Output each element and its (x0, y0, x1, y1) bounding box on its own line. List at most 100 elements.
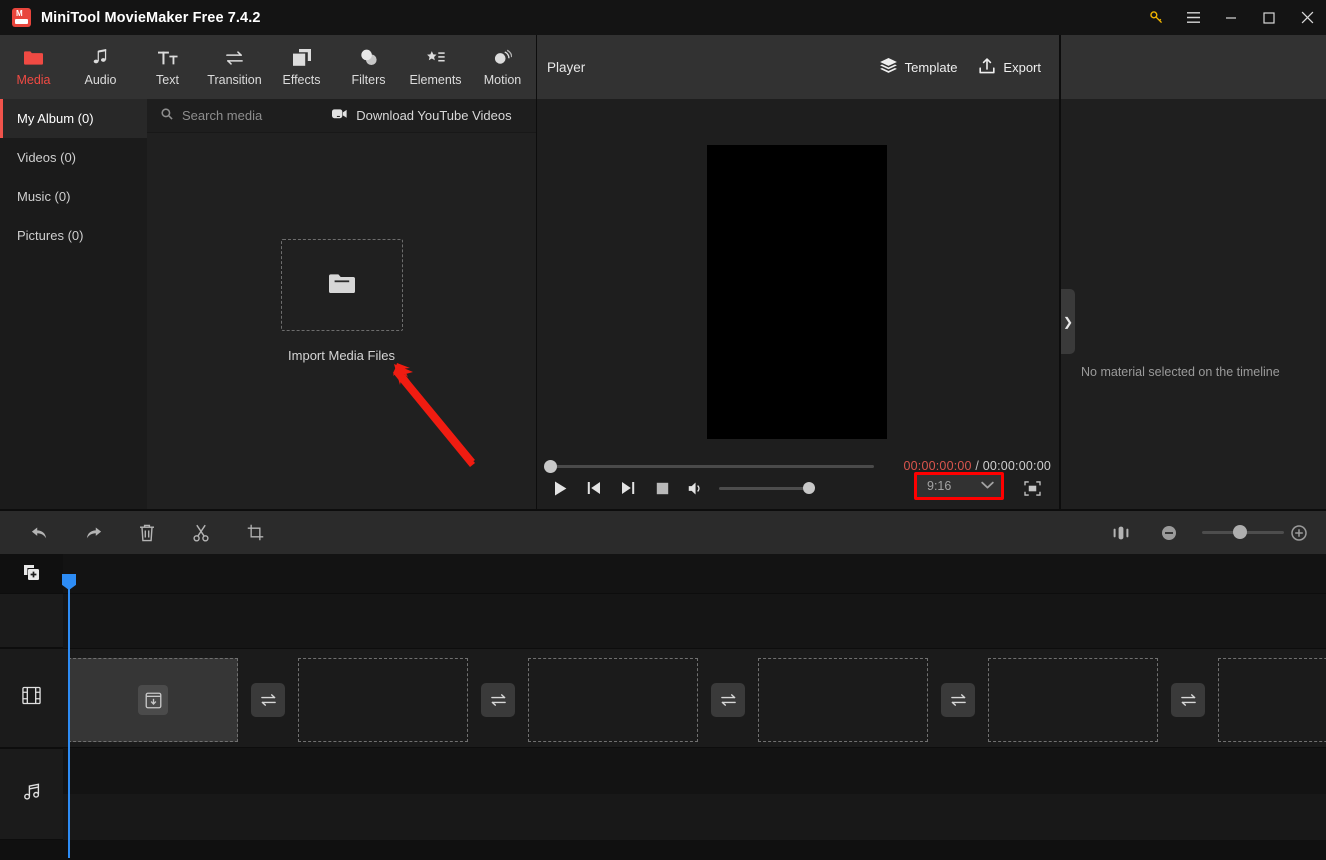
timecode-display: 00:00:00:00 / 00:00:00:00 (903, 459, 1051, 473)
video-track-header[interactable] (0, 648, 63, 748)
tool-text[interactable]: Text (134, 35, 201, 99)
maximize-icon[interactable] (1250, 0, 1288, 35)
volume-button[interactable] (683, 475, 709, 501)
timeline-transition[interactable] (711, 683, 745, 717)
menu-icon[interactable] (1174, 0, 1212, 35)
motion-ball-icon (493, 48, 512, 68)
timeline-clip[interactable] (1218, 658, 1326, 742)
timeline-track-headers (0, 554, 63, 860)
properties-panel-body: ❯ No material selected on the timeline (1061, 99, 1326, 509)
add-media-icon[interactable] (0, 554, 63, 593)
tool-effects[interactable]: Effects (268, 35, 335, 99)
tool-media[interactable]: Media (0, 35, 67, 99)
title-bar: MiniTool MovieMaker Free 7.4.2 (0, 0, 1326, 35)
app-logo-icon (12, 8, 31, 27)
timeline-audio-track[interactable] (63, 748, 1326, 794)
timeline-transition[interactable] (1171, 683, 1205, 717)
tool-filters[interactable]: Filters (335, 35, 402, 99)
volume-handle[interactable] (803, 482, 815, 494)
album-item-videos[interactable]: Videos (0) (0, 138, 147, 177)
youtube-download-icon (332, 107, 347, 125)
aspect-ratio-highlight: 9:16 (914, 472, 1004, 500)
player-stage (537, 99, 1059, 465)
tool-label: Audio (84, 72, 117, 87)
search-icon (161, 107, 173, 125)
folder-outline-icon (328, 271, 356, 300)
trash-icon[interactable] (134, 520, 160, 546)
album-list: My Album (0) Videos (0) Music (0) Pictur… (0, 99, 147, 509)
timeline-text-track[interactable] (63, 593, 1326, 648)
import-media-dropzone[interactable] (280, 239, 403, 331)
volume-slider[interactable] (719, 487, 813, 490)
search-placeholder: Search media (182, 108, 263, 123)
layers-squares-icon (292, 48, 311, 68)
player-header-actions: Template Export (879, 57, 1041, 77)
timeline-zoom-handle[interactable] (1233, 525, 1247, 539)
text-icon (157, 48, 178, 68)
video-preview[interactable] (707, 145, 887, 465)
album-label: Music (0) (17, 189, 71, 204)
text-track-header[interactable] (0, 593, 63, 648)
album-item-my-album[interactable]: My Album (0) (0, 99, 147, 138)
timecode-separator: / (975, 459, 980, 473)
undo-button[interactable] (26, 520, 52, 546)
album-label: Pictures (0) (17, 228, 84, 243)
play-button[interactable] (547, 475, 573, 501)
transport-controls: 9:16 (537, 472, 1059, 505)
media-action-bar: Search media Download YouTube Videos (147, 99, 536, 133)
player-panel: Player Template Export 00:00:00:00 / 00:… (536, 35, 1060, 509)
next-frame-button[interactable] (615, 475, 641, 501)
circles-overlap-icon (359, 48, 378, 68)
audio-track-header[interactable] (0, 748, 63, 840)
timeline-clip[interactable] (68, 658, 238, 742)
template-button[interactable]: Template (879, 58, 957, 76)
timeline-ruler[interactable] (63, 554, 1326, 593)
player-title: Player (547, 59, 586, 75)
timeline-clip[interactable] (988, 658, 1158, 742)
tool-audio[interactable]: Audio (67, 35, 134, 99)
close-icon[interactable] (1288, 0, 1326, 35)
zoom-out-icon[interactable] (1156, 520, 1182, 546)
timeline-transition[interactable] (941, 683, 975, 717)
minimize-icon[interactable] (1212, 0, 1250, 35)
search-input[interactable]: Search media (161, 107, 262, 125)
tool-elements[interactable]: Elements (402, 35, 469, 99)
tool-label: Text (156, 72, 179, 87)
import-media-area[interactable]: Import Media Files (147, 133, 536, 509)
timeline-video-track[interactable] (63, 648, 1326, 748)
fullscreen-button[interactable] (1019, 475, 1045, 501)
timeline-audio-track-secondary[interactable] (63, 794, 1326, 840)
tool-label: Effects (282, 72, 321, 87)
window-controls (1138, 0, 1326, 35)
timeline-clip[interactable] (298, 658, 468, 742)
export-upload-icon (979, 57, 996, 77)
import-down-icon (138, 685, 168, 715)
timeline-transition[interactable] (251, 683, 285, 717)
timeline-transition[interactable] (481, 683, 515, 717)
key-icon[interactable] (1138, 0, 1174, 35)
prev-frame-button[interactable] (581, 475, 607, 501)
chevron-right-icon[interactable]: ❯ (1061, 289, 1075, 354)
album-label: My Album (0) (17, 111, 94, 126)
aspect-ratio-select[interactable]: 9:16 (917, 475, 1001, 497)
fit-timeline-icon[interactable] (1108, 520, 1134, 546)
tool-label: Filters (351, 72, 386, 87)
seek-bar[interactable] (549, 465, 874, 468)
tool-transition[interactable]: Transition (201, 35, 268, 99)
seek-handle[interactable] (544, 460, 557, 473)
redo-button[interactable] (80, 520, 106, 546)
timeline-tracks (63, 554, 1326, 860)
timeline-clip[interactable] (528, 658, 698, 742)
timeline-clip[interactable] (758, 658, 928, 742)
tool-motion[interactable]: Motion (469, 35, 536, 99)
tool-label: Motion (483, 72, 522, 87)
properties-empty-message: No material selected on the timeline (1081, 365, 1280, 379)
album-item-pictures[interactable]: Pictures (0) (0, 216, 147, 255)
download-youtube-button[interactable]: Download YouTube Videos (332, 107, 512, 125)
export-button[interactable]: Export (979, 57, 1041, 77)
scissors-icon[interactable] (188, 520, 214, 546)
crop-icon[interactable] (242, 520, 268, 546)
stop-button[interactable] (649, 475, 675, 501)
album-item-music[interactable]: Music (0) (0, 177, 147, 216)
zoom-in-icon[interactable] (1286, 520, 1312, 546)
